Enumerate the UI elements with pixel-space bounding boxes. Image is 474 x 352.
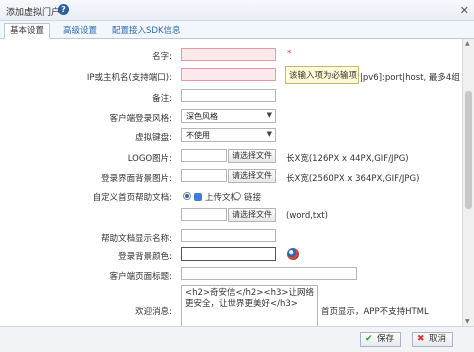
upload-icon [194,193,202,201]
client-title-input[interactable] [181,267,357,280]
logo-hint: 长X宽(126PX x 44PX,GIF/JPG) [286,154,409,164]
help-doc-hint: (word,txt) [286,211,328,221]
tab-bar: 基本设置 高级设置 配置接入SDK信息 [0,21,474,39]
name-label: 名字: [152,52,172,62]
remark-label: 备注: [152,94,172,104]
cancel-icon: ✖ [417,334,425,344]
login-bg-file-field[interactable] [181,169,227,182]
tab-basic-settings[interactable]: 基本设置 [4,23,51,39]
required-tooltip: 该输入项为必输项 [285,66,359,84]
virtual-keyboard-label: 虚拟键盘: [135,133,172,143]
help-doc-name-input[interactable] [181,229,276,242]
required-mark: * [287,49,292,59]
upload-radio[interactable] [183,192,191,200]
client-style-value: 深色风格 [186,112,218,121]
client-title-label: 客户端页面标题: [109,272,172,282]
help-doc-label: 自定义首页帮助文档: [92,193,172,203]
ip-hint: |pv6]:port|host, 最多4组 [360,73,460,83]
login-bg-browse-button[interactable]: 请选择文件 [228,169,276,183]
name-input[interactable] [181,48,276,61]
help-icon[interactable]: ? [58,4,69,15]
welcome-hint: 首页显示，APP不支持HTML [321,307,429,317]
tab-advanced-settings[interactable]: 高级设置 [58,24,102,38]
dialog-footer: ✔ 保存 ✖ 取消 [0,326,474,352]
color-palette-icon[interactable] [287,248,299,260]
settings-form: 名字: * IP或主机名(支持端口): |pv6]:port|host, 最多4… [0,39,462,326]
scroll-down-icon[interactable]: ▼ [465,318,470,325]
scroll-thumb[interactable] [465,91,472,209]
login-bg-hint: 长X宽(2560PX x 364PX,GIF/JPG) [286,174,420,184]
link-radio[interactable] [233,192,241,200]
virtual-keyboard-value: 不使用 [186,131,210,140]
welcome-label: 欢迎消息: [135,307,172,317]
login-bg-label: 登录界面背景图片: [101,174,172,184]
login-bg-color-label: 登录背景颜色: [118,252,172,262]
chevron-down-icon: ▼ [266,130,272,138]
save-button[interactable]: ✔ 保存 [360,332,402,347]
check-icon: ✔ [365,334,373,344]
chevron-down-icon: ▼ [266,111,272,119]
ip-label: IP或主机名(支持端口): [86,73,172,83]
welcome-textarea[interactable]: <h2>奇安信</h2><h3>让网络更安全，让世界更美好</h3> [181,285,318,326]
login-bg-color-field[interactable] [181,247,276,261]
remark-input[interactable] [181,89,276,102]
window-titlebar: 添加虚拟门户 ? ✕ [0,0,474,21]
logo-file-field[interactable] [181,149,227,162]
window-title: 添加虚拟门户 [6,8,61,18]
help-doc-browse-button[interactable]: 请选择文件 [228,208,276,222]
help-doc-file-field[interactable] [181,208,227,221]
tab-sdk-config[interactable]: 配置接入SDK信息 [107,24,186,38]
link-radio-label: 链接 [244,193,262,203]
scroll-up-icon[interactable]: ▲ [465,40,470,47]
virtual-keyboard-select[interactable]: 不使用 ▼ [181,128,276,142]
logo-browse-button[interactable]: 请选择文件 [228,149,276,163]
cancel-button[interactable]: ✖ 取消 [412,332,454,347]
form-scrollbar[interactable]: ▲ ▼ [462,39,474,326]
client-style-select[interactable]: 深色风格 ▼ [181,109,276,123]
client-style-label: 客户端登录风格: [109,114,172,124]
ip-input[interactable] [181,68,276,81]
logo-label: LOGO图片: [127,154,172,164]
help-doc-name-label: 帮助文档显示名称: [101,234,172,244]
close-icon[interactable]: ✕ [460,4,469,17]
